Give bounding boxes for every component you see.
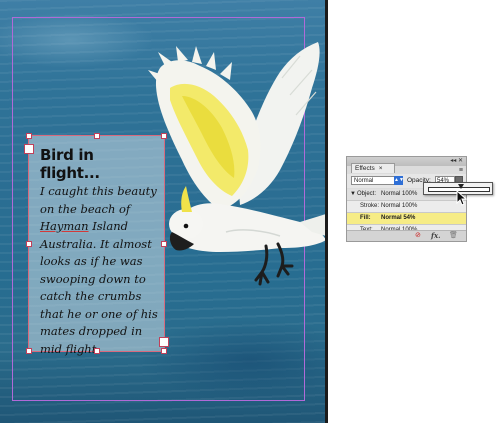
disclosure-triangle-icon[interactable]: ▼ xyxy=(350,189,356,200)
caption-text: I caught this beauty on the beach of xyxy=(40,184,157,216)
fx-icon[interactable]: fx. xyxy=(431,232,441,240)
collapse-close-icon[interactable]: ◂◂ ✕ xyxy=(450,157,463,166)
effects-panel: ◂◂ ✕ Effects × ≡ Normal ▲▼ Opacity: 54% ▼… xyxy=(346,156,467,242)
updown-arrows-icon: ▲▼ xyxy=(394,176,404,185)
row-label: Stroke: xyxy=(360,203,380,209)
tab-label: Effects xyxy=(355,165,375,172)
row-value: Normal 100% xyxy=(381,191,418,197)
row-value: Normal 54% xyxy=(381,215,416,221)
frame-handle[interactable] xyxy=(26,348,32,354)
text-out-port[interactable] xyxy=(159,337,169,347)
mouse-cursor-icon xyxy=(456,190,468,206)
close-icon[interactable]: × xyxy=(379,165,383,172)
frame-handle[interactable] xyxy=(161,133,167,139)
tab-effects[interactable]: Effects × xyxy=(351,163,395,173)
opacity-slider-thumb[interactable] xyxy=(458,184,465,189)
frame-handle[interactable] xyxy=(26,133,32,139)
text-frame[interactable]: Bird in flight... I caught this beauty o… xyxy=(24,133,169,356)
panel-menu-icon[interactable]: ≡ xyxy=(459,167,463,174)
row-label: Object: xyxy=(357,191,377,197)
frame-handle[interactable] xyxy=(94,348,100,354)
text-in-port[interactable] xyxy=(24,144,34,154)
caption-heading: Bird in flight... xyxy=(40,146,100,182)
frame-handle[interactable] xyxy=(26,241,32,247)
misspelled-word: Hayman xyxy=(40,219,89,233)
caption-body: I caught this beauty on the beach of Hay… xyxy=(40,183,158,358)
blend-mode-select[interactable]: Normal ▲▼ xyxy=(351,176,404,185)
clear-effects-icon[interactable]: ⊘ xyxy=(415,232,421,240)
row-stroke[interactable]: Stroke: Normal 100% xyxy=(347,201,466,213)
trash-icon[interactable]: 🗑 xyxy=(449,232,458,240)
row-fill[interactable]: Fill: Normal 54% xyxy=(347,213,466,225)
row-value: Normal 100% xyxy=(381,203,418,209)
document-canvas[interactable]: Bird in flight... I caught this beauty o… xyxy=(0,0,328,423)
row-label: Fill: xyxy=(360,215,371,221)
frame-handle[interactable] xyxy=(161,241,167,247)
frame-handle[interactable] xyxy=(94,133,100,139)
frame-handle[interactable] xyxy=(161,348,167,354)
caption-text: Island Australia. It almost looks as if … xyxy=(40,219,158,356)
blend-mode-value: Normal xyxy=(354,178,374,184)
panel-footer: ⊘ fx. 🗑 xyxy=(347,230,466,241)
